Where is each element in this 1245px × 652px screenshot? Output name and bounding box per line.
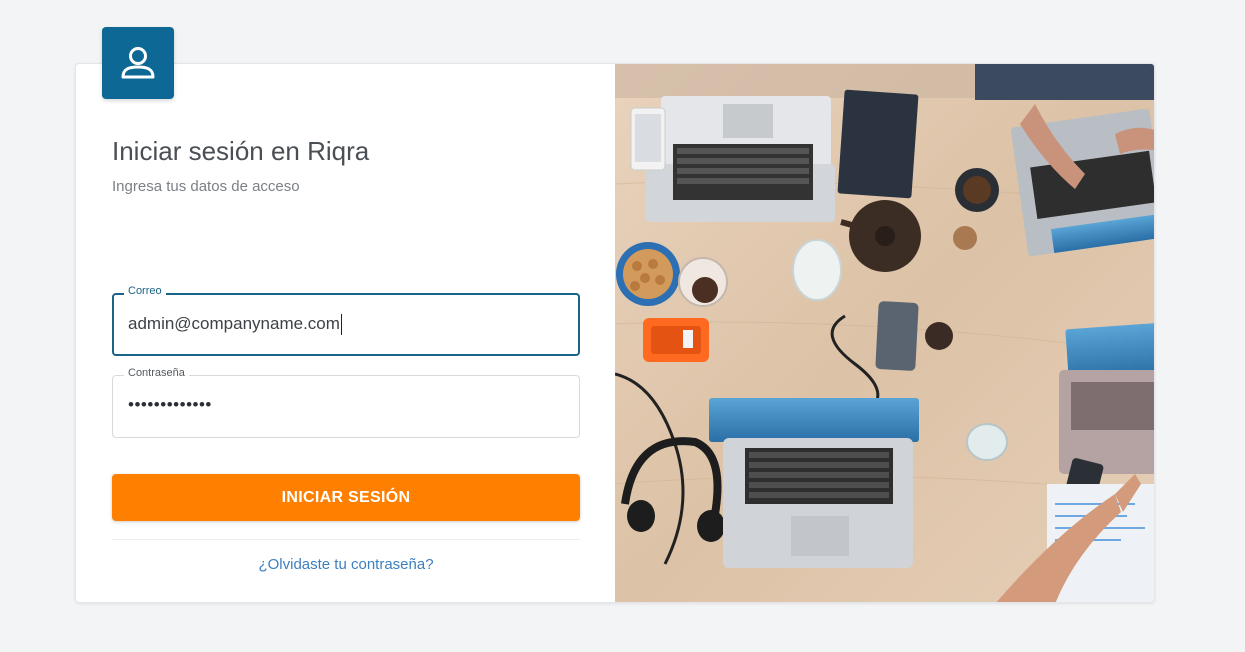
password-input[interactable]: ••••••••••••• bbox=[128, 395, 212, 415]
laptop-top-right bbox=[1010, 104, 1154, 257]
user-icon-badge bbox=[102, 27, 174, 99]
password-field-label: Contraseña bbox=[124, 367, 189, 379]
page-subtitle: Ingresa tus datos de acceso bbox=[112, 178, 300, 195]
laptop-center bbox=[709, 398, 919, 568]
login-card: Iniciar sesión en Riqra Ingresa tus dato… bbox=[75, 63, 1155, 603]
laptop-top-left bbox=[645, 96, 835, 222]
email-field[interactable]: Correo admin@companyname.com bbox=[112, 285, 580, 356]
email-field-label: Correo bbox=[124, 285, 166, 297]
login-form-panel: Iniciar sesión en Riqra Ingresa tus dato… bbox=[76, 64, 615, 602]
office-desk-illustration bbox=[615, 64, 1154, 602]
email-value: admin@companyname.com bbox=[128, 314, 340, 333]
email-input[interactable]: admin@companyname.com bbox=[128, 314, 342, 336]
text-caret bbox=[340, 314, 342, 336]
page-title: Iniciar sesión en Riqra bbox=[112, 136, 370, 166]
user-icon bbox=[121, 47, 155, 79]
divider bbox=[112, 539, 580, 540]
login-page: Iniciar sesión en Riqra Ingresa tus dato… bbox=[0, 0, 1245, 652]
password-field[interactable]: Contraseña ••••••••••••• bbox=[112, 367, 580, 438]
office-desk-photo bbox=[615, 64, 1154, 602]
login-button[interactable]: INICIAR SESIÓN bbox=[112, 474, 580, 521]
forgot-password-link[interactable]: ¿Olvidaste tu contraseña? bbox=[112, 556, 580, 573]
